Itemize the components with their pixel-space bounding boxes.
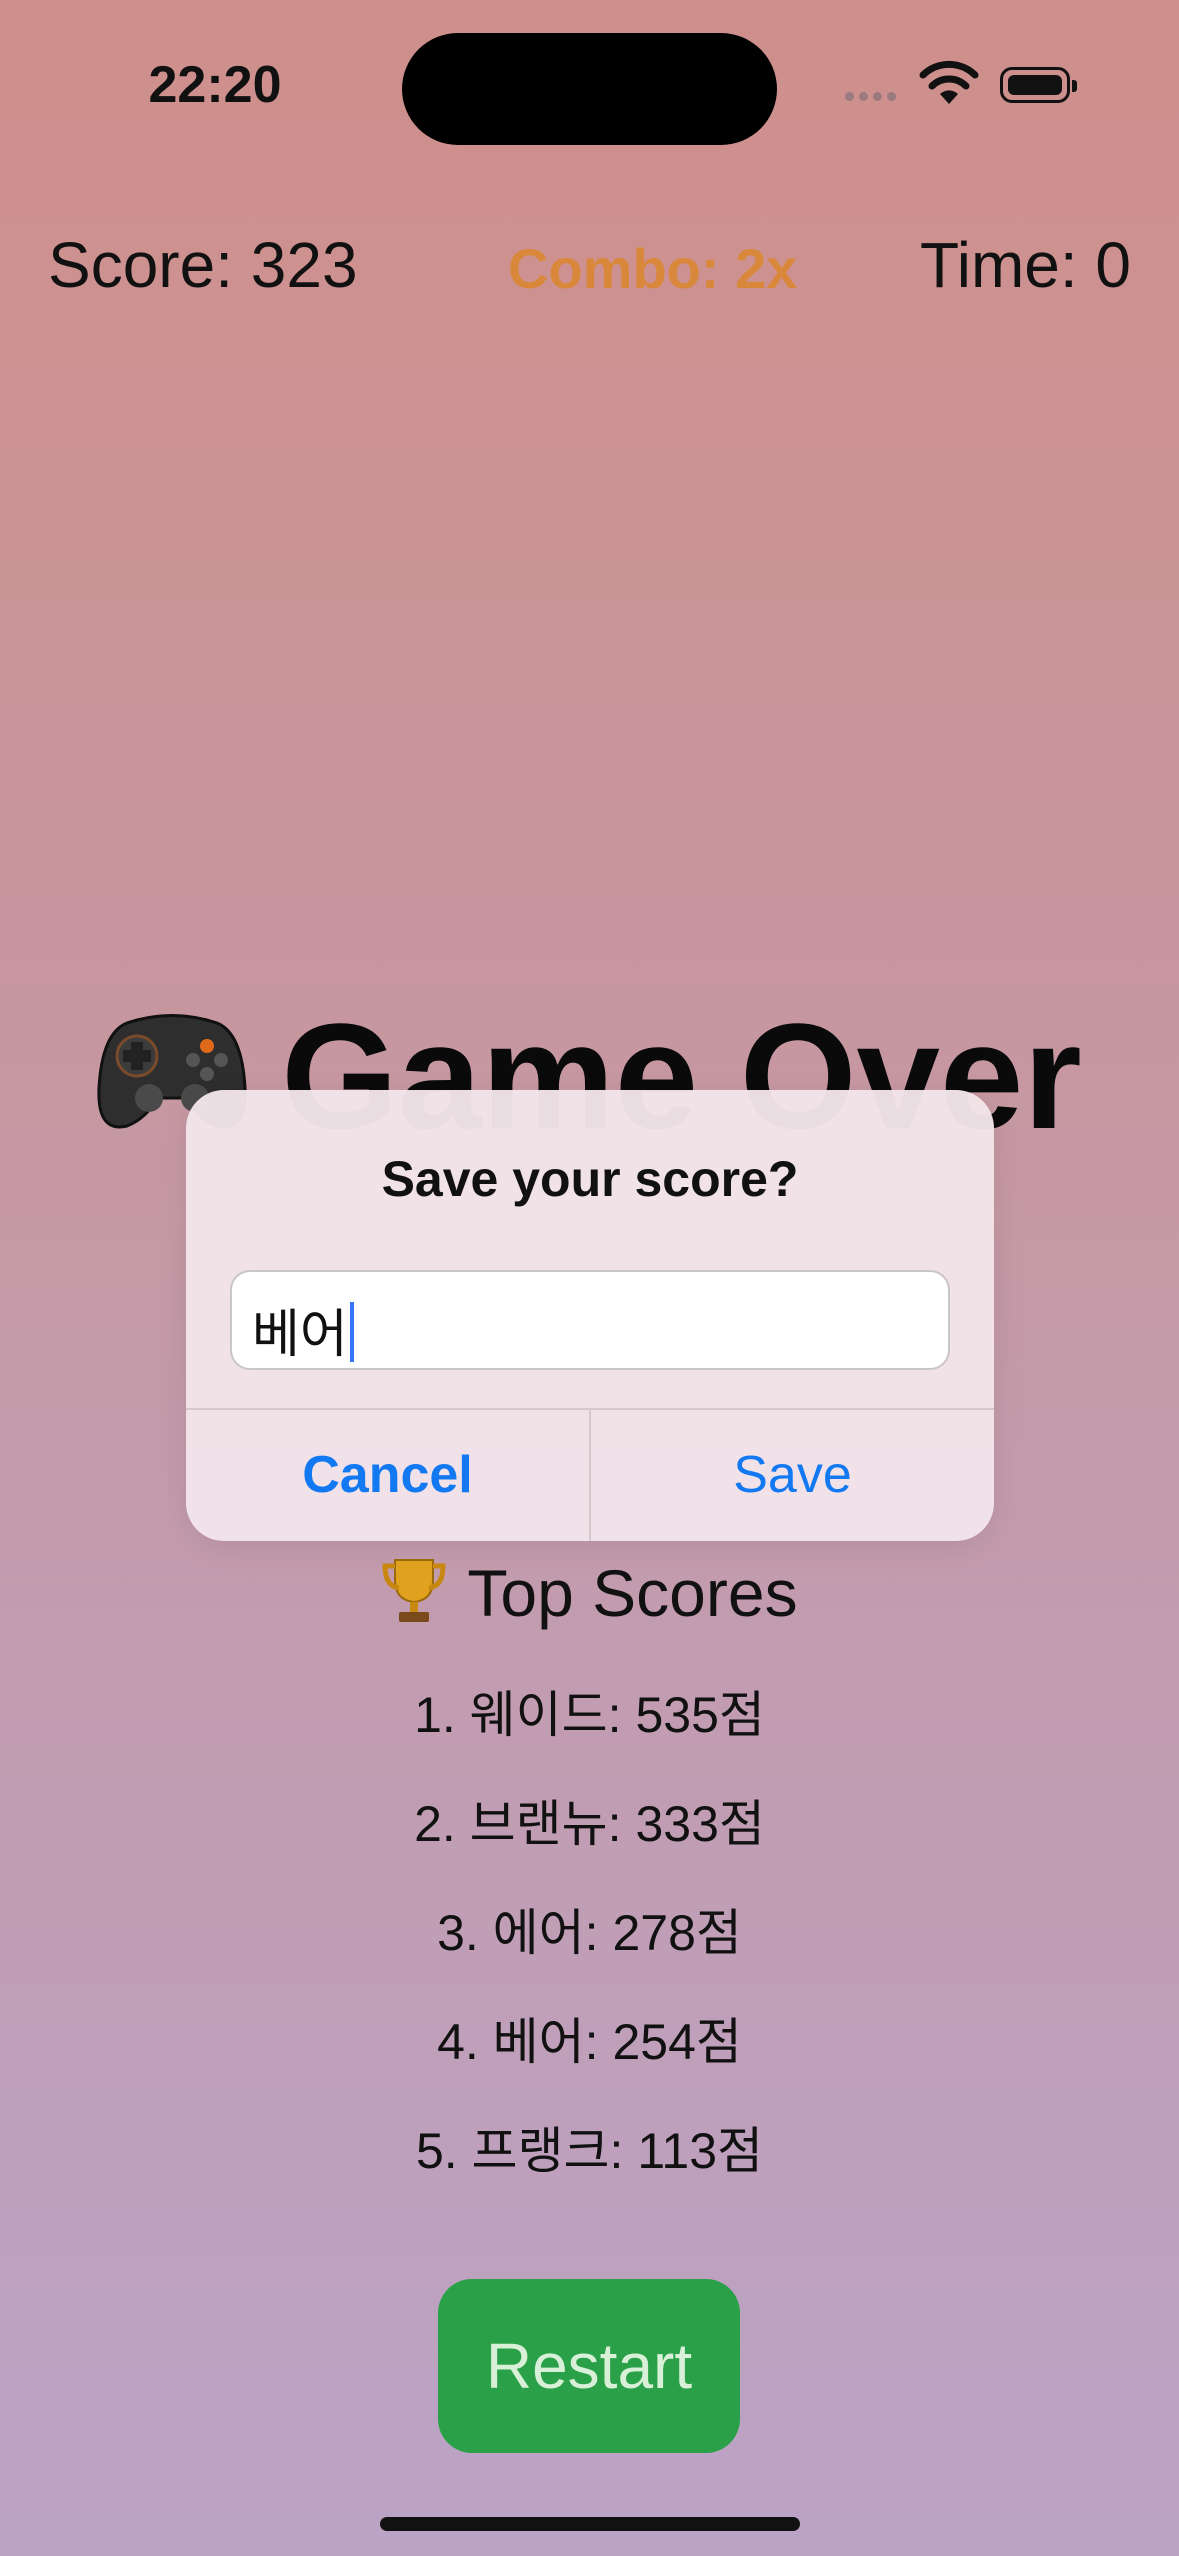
name-input[interactable]: 베어 bbox=[230, 1270, 950, 1370]
list-item: 5. 프랭크: 113점 bbox=[415, 2123, 764, 2179]
restart-button[interactable]: Restart bbox=[438, 2279, 740, 2453]
wifi-icon bbox=[919, 60, 979, 104]
status-time: 22:20 bbox=[148, 56, 282, 114]
battery-icon bbox=[1000, 67, 1077, 103]
list-item: 2. 브랜뉴: 333점 bbox=[414, 1796, 765, 1852]
save-score-dialog: Save your score? 베어 Cancel Save bbox=[186, 1090, 994, 1541]
dialog-title: Save your score? bbox=[381, 1151, 799, 1207]
time-label: Time: 0 bbox=[920, 229, 1131, 301]
save-button[interactable]: Save bbox=[591, 1409, 994, 1541]
signal-icon bbox=[845, 92, 896, 101]
combo-label: Combo: 2x bbox=[508, 237, 798, 300]
score-list: 1. 웨이드: 535점 2. 브랜뉴: 333점 3. 에어: 278점 4.… bbox=[0, 1690, 1179, 2235]
trophy-icon bbox=[382, 1559, 446, 1622]
name-input-value: 베어 bbox=[252, 1306, 348, 1364]
dynamic-island bbox=[402, 33, 777, 145]
cancel-button[interactable]: Cancel bbox=[186, 1409, 589, 1541]
list-item: 3. 에어: 278점 bbox=[437, 1905, 742, 1961]
score-label: Score: 323 bbox=[48, 229, 358, 301]
top-scores-title: Top Scores bbox=[0, 1555, 1179, 1631]
list-item: 1. 웨이드: 535점 bbox=[414, 1687, 765, 1743]
top-scores-label: Top Scores bbox=[467, 1556, 798, 1630]
text-caret bbox=[349, 1302, 354, 1362]
list-item: 4. 베어: 254점 bbox=[437, 2014, 742, 2070]
home-indicator[interactable] bbox=[380, 2517, 800, 2531]
